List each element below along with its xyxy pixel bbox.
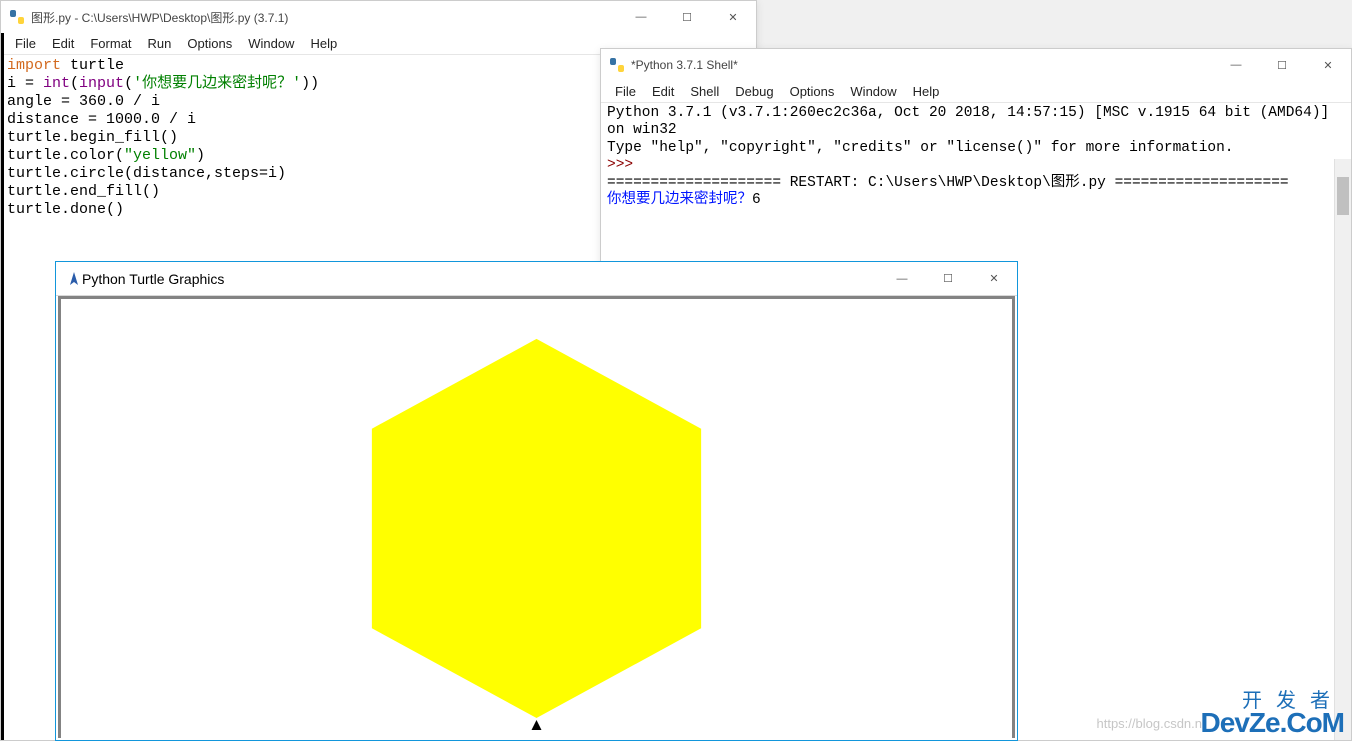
scrollbar-thumb[interactable] — [1337, 177, 1349, 215]
watermark-url: https://blog.csdn.n — [1096, 716, 1202, 731]
python-shell-icon — [609, 57, 625, 73]
menu-options[interactable]: Options — [782, 84, 843, 99]
menu-options[interactable]: Options — [179, 36, 240, 51]
code-token: "yellow" — [124, 147, 196, 164]
code-token: turtle.done() — [7, 201, 124, 218]
code-token: turtle.begin_fill() — [7, 129, 178, 146]
shell-title: *Python 3.7.1 Shell* — [631, 58, 738, 72]
watermark-logo: 开发者 DevZe.CoM — [1201, 691, 1344, 737]
shell-input-value: 6 — [752, 192, 761, 208]
turtle-cursor-icon — [532, 720, 542, 730]
code-token: int — [43, 75, 70, 92]
code-token: angle = 360.0 / i — [7, 93, 160, 110]
code-token: distance = 1000.0 / i — [7, 111, 196, 128]
code-token: )) — [301, 75, 319, 92]
shell-menubar: File Edit Shell Debug Options Window Hel… — [601, 81, 1351, 103]
code-token: ( — [70, 75, 79, 92]
minimize-button[interactable]: — — [618, 1, 664, 33]
code-token: ) — [196, 147, 205, 164]
code-token: turtle — [61, 57, 124, 74]
code-token: turtle.end_fill() — [7, 183, 160, 200]
code-token: input — [79, 75, 124, 92]
minimize-button[interactable]: — — [879, 262, 925, 295]
shell-scrollbar[interactable] — [1334, 159, 1351, 740]
code-token: import — [7, 57, 61, 74]
shell-banner: Type "help", "copyright", "credits" or "… — [607, 140, 1234, 156]
code-token: ( — [124, 75, 133, 92]
turtle-title: Python Turtle Graphics — [82, 271, 224, 287]
maximize-button[interactable]: ☐ — [925, 262, 971, 295]
minimize-button[interactable]: — — [1213, 49, 1259, 81]
menu-window[interactable]: Window — [842, 84, 904, 99]
close-button[interactable]: ✕ — [1305, 49, 1351, 81]
close-button[interactable]: ✕ — [710, 1, 756, 33]
maximize-button[interactable]: ☐ — [1259, 49, 1305, 81]
menu-debug[interactable]: Debug — [727, 84, 781, 99]
turtle-drawing — [61, 299, 1012, 738]
turtle-window: Python Turtle Graphics — ☐ ✕ — [55, 261, 1018, 741]
shell-restart: ==================== RESTART: C:\Users\H… — [607, 175, 1289, 191]
editor-window-controls: — ☐ ✕ — [618, 1, 756, 33]
menu-run[interactable]: Run — [140, 36, 180, 51]
shell-titlebar[interactable]: *Python 3.7.1 Shell* — ☐ ✕ — [601, 49, 1351, 81]
menu-edit[interactable]: Edit — [644, 84, 682, 99]
menu-shell[interactable]: Shell — [682, 84, 727, 99]
menu-file[interactable]: File — [607, 84, 644, 99]
code-token: turtle.color( — [7, 147, 124, 164]
turtle-window-controls: — ☐ ✕ — [879, 262, 1017, 295]
turtle-icon — [66, 271, 82, 287]
hexagon-shape — [372, 339, 701, 718]
editor-titlebar[interactable]: 图形.py - C:\Users\HWP\Desktop\图形.py (3.7.… — [1, 1, 756, 33]
menu-window[interactable]: Window — [240, 36, 302, 51]
code-token: '你想要几边来密封呢？' — [133, 75, 301, 92]
watermark-en: DevZe.CoM — [1201, 707, 1344, 738]
menu-format[interactable]: Format — [82, 36, 139, 51]
shell-window-controls: — ☐ ✕ — [1213, 49, 1351, 81]
code-token: turtle.circle(distance,steps=i) — [7, 165, 286, 182]
shell-banner: Python 3.7.1 (v3.7.1:260ec2c36a, Oct 20 … — [607, 105, 1338, 138]
turtle-titlebar[interactable]: Python Turtle Graphics — ☐ ✕ — [56, 262, 1017, 296]
shell-prompt: >>> — [607, 157, 642, 173]
menu-help[interactable]: Help — [905, 84, 948, 99]
menu-edit[interactable]: Edit — [44, 36, 82, 51]
editor-title: 图形.py - C:\Users\HWP\Desktop\图形.py (3.7.… — [31, 9, 288, 26]
menu-help[interactable]: Help — [302, 36, 345, 51]
python-file-icon — [9, 9, 25, 25]
maximize-button[interactable]: ☐ — [664, 1, 710, 33]
editor-left-border — [1, 1, 4, 740]
code-token: i = — [7, 75, 43, 92]
shell-input-prompt: 你想要几边来密封呢？ — [607, 192, 752, 208]
turtle-canvas — [58, 296, 1015, 738]
close-button[interactable]: ✕ — [971, 262, 1017, 295]
menu-file[interactable]: File — [7, 36, 44, 51]
